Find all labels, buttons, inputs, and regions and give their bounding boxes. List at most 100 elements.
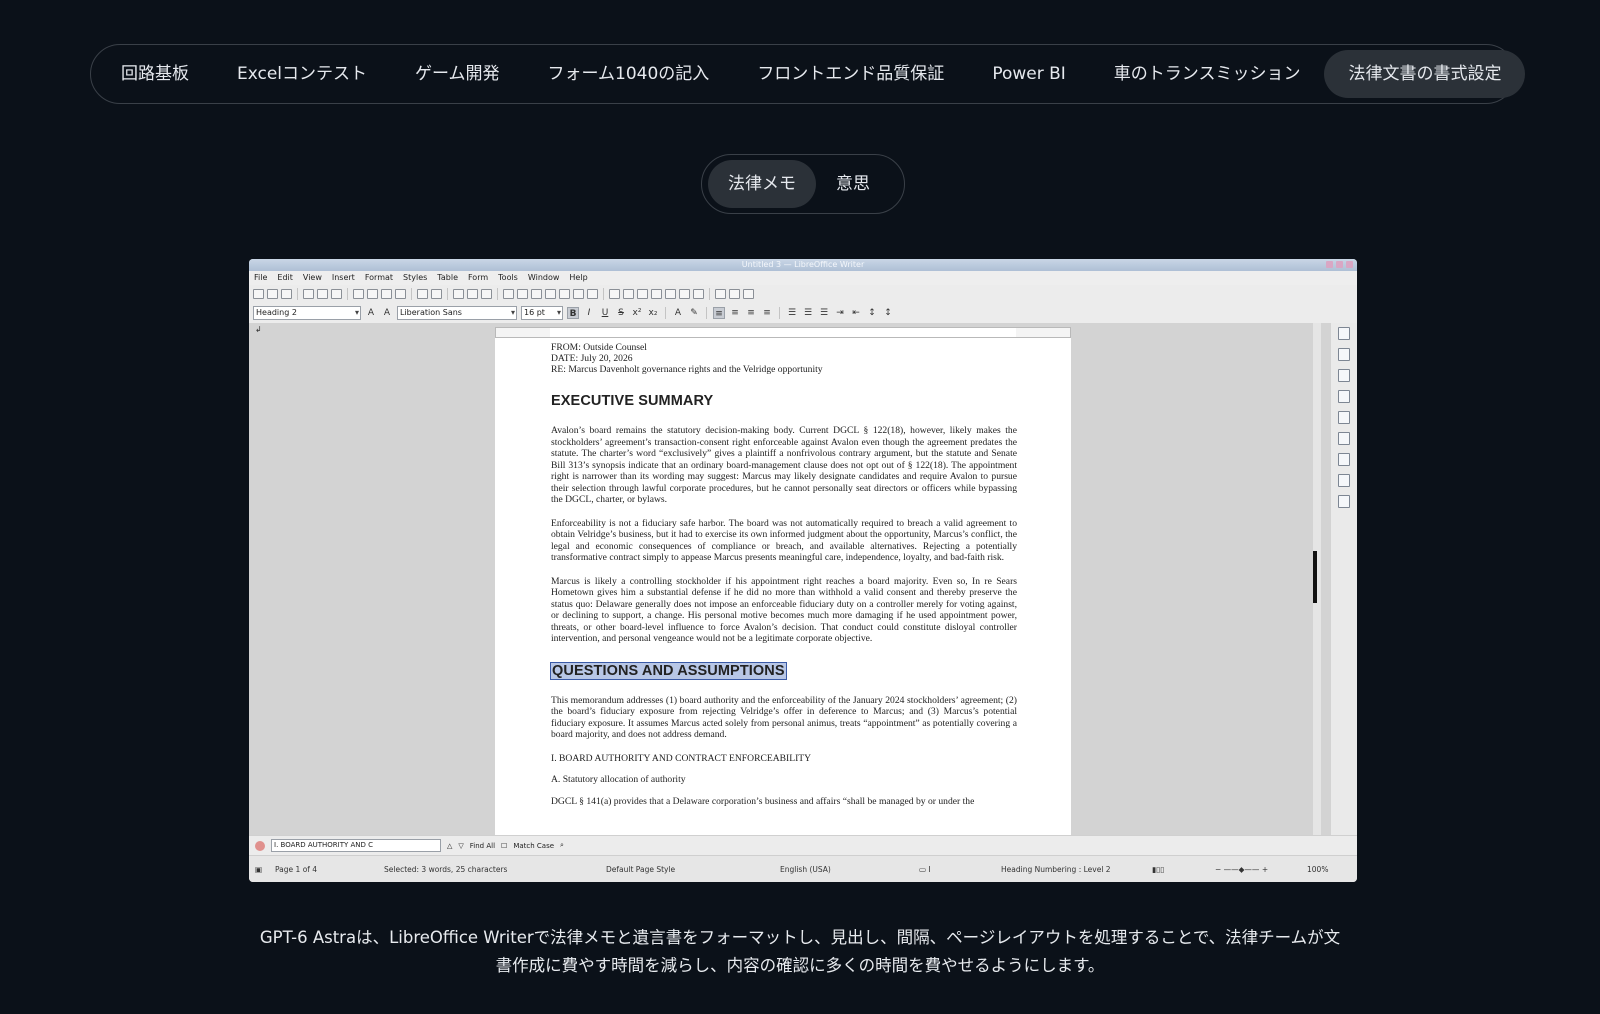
tab-game-dev[interactable]: ゲーム開発: [391, 50, 524, 98]
menu-tools[interactable]: Tools: [498, 271, 518, 285]
find-previous-icon[interactable]: △: [447, 842, 452, 850]
status-zoom[interactable]: 100%: [1307, 865, 1328, 874]
insert-chart-icon[interactable]: [531, 289, 542, 299]
styles-icon[interactable]: [1338, 369, 1350, 382]
subtab-legal-memo[interactable]: 法律メモ: [708, 160, 816, 208]
formatting-marks-icon[interactable]: [481, 289, 492, 299]
font-color-icon[interactable]: A: [672, 307, 684, 319]
menu-edit[interactable]: Edit: [277, 271, 293, 285]
status-page-style[interactable]: Default Page Style: [606, 865, 675, 874]
insert-table-icon[interactable]: [503, 289, 514, 299]
undo-icon[interactable]: [417, 289, 428, 299]
outline-list-icon[interactable]: ☰: [818, 307, 830, 319]
manage-changes-icon[interactable]: [1338, 474, 1350, 487]
find-input[interactable]: I. BOARD AUTHORITY AND C: [271, 839, 441, 852]
bookmark-icon[interactable]: [651, 289, 662, 299]
draw-functions-icon[interactable]: [743, 289, 754, 299]
maximize-icon[interactable]: [1336, 261, 1343, 268]
horizontal-ruler[interactable]: [495, 327, 1071, 338]
close-icon[interactable]: [1346, 261, 1353, 268]
bold-button[interactable]: B: [567, 307, 579, 319]
tab-circuit-board[interactable]: 回路基板: [97, 50, 213, 98]
page-break-icon[interactable]: [559, 289, 570, 299]
insert-field-icon[interactable]: [573, 289, 584, 299]
cut-icon[interactable]: [353, 289, 364, 299]
match-case-checkbox-icon[interactable]: ☐: [501, 842, 507, 850]
footnote-icon[interactable]: [623, 289, 634, 299]
tab-form-1040[interactable]: フォーム1040の記入: [524, 50, 734, 98]
menu-styles[interactable]: Styles: [403, 271, 427, 285]
document-page[interactable]: FROM: Outside Counsel DATE: July 20, 202…: [495, 338, 1071, 835]
new-document-icon[interactable]: [253, 289, 264, 299]
align-center-button[interactable]: ≡: [729, 307, 741, 319]
clone-formatting-icon[interactable]: [395, 289, 406, 299]
justify-button[interactable]: ≡: [761, 307, 773, 319]
menu-view[interactable]: View: [303, 271, 322, 285]
underline-button[interactable]: U: [599, 307, 611, 319]
line-icon[interactable]: [715, 289, 726, 299]
scroll-thumb[interactable]: [1313, 551, 1317, 603]
font-name-select[interactable]: Liberation Sans: [397, 306, 517, 320]
status-language[interactable]: English (USA): [780, 865, 831, 874]
highlight-icon[interactable]: ✎: [688, 307, 700, 319]
superscript-button[interactable]: x²: [631, 307, 643, 319]
insert-mode-icon[interactable]: ▭ I: [919, 865, 931, 874]
paragraph-style-select[interactable]: Heading 2: [253, 306, 361, 320]
find-replace-icon[interactable]: [453, 289, 464, 299]
cross-reference-icon[interactable]: [665, 289, 676, 299]
subtab-will[interactable]: 意思: [816, 160, 890, 208]
open-icon[interactable]: [267, 289, 278, 299]
menu-window[interactable]: Window: [528, 271, 560, 285]
subscript-button[interactable]: x₂: [647, 307, 659, 319]
update-style-icon[interactable]: A: [365, 307, 377, 319]
view-layout-icon[interactable]: ▮▯▯: [1152, 865, 1164, 874]
hyperlink-icon[interactable]: [609, 289, 620, 299]
save-icon[interactable]: [281, 289, 292, 299]
track-changes-icon[interactable]: [693, 289, 704, 299]
basic-shapes-icon[interactable]: [729, 289, 740, 299]
tab-power-bi[interactable]: Power BI: [968, 50, 1089, 98]
endnote-icon[interactable]: [637, 289, 648, 299]
menu-insert[interactable]: Insert: [332, 271, 355, 285]
navigator-icon[interactable]: [1338, 411, 1350, 424]
menu-table[interactable]: Table: [437, 271, 458, 285]
copy-icon[interactable]: [367, 289, 378, 299]
match-case-label[interactable]: Match Case: [513, 842, 554, 850]
strikethrough-button[interactable]: S: [615, 307, 627, 319]
font-size-select[interactable]: 16 pt: [521, 306, 563, 320]
vertical-scrollbar[interactable]: [1313, 323, 1321, 835]
menu-format[interactable]: Format: [365, 271, 393, 285]
align-left-button[interactable]: ≡: [713, 307, 725, 319]
minimize-icon[interactable]: [1326, 261, 1333, 268]
print-preview-icon[interactable]: [331, 289, 342, 299]
find-all-button[interactable]: Find All: [470, 842, 495, 850]
tab-frontend-qa[interactable]: フロントエンド品質保証: [733, 50, 968, 98]
insert-textbox-icon[interactable]: [545, 289, 556, 299]
paragraph-spacing-icon[interactable]: ↕: [882, 307, 894, 319]
align-right-button[interactable]: ≡: [745, 307, 757, 319]
comment-icon[interactable]: [679, 289, 690, 299]
tab-excel-contest[interactable]: Excelコンテスト: [213, 50, 391, 98]
spelling-icon[interactable]: [467, 289, 478, 299]
status-page[interactable]: Page 1 of 4: [275, 865, 317, 874]
new-style-icon[interactable]: A: [381, 307, 393, 319]
decrease-indent-icon[interactable]: ⇤: [850, 307, 862, 319]
paste-icon[interactable]: [381, 289, 392, 299]
bullet-list-icon[interactable]: ☰: [786, 307, 798, 319]
page-layout-icon[interactable]: [1338, 432, 1350, 445]
find-replace-dialog-icon[interactable]: ⌕: [560, 841, 564, 850]
line-spacing-icon[interactable]: ↕: [866, 307, 878, 319]
style-inspector-icon[interactable]: [1338, 453, 1350, 466]
design-icon[interactable]: [1338, 495, 1350, 508]
numbered-list-icon[interactable]: ☰: [802, 307, 814, 319]
menu-help[interactable]: Help: [569, 271, 587, 285]
menu-form[interactable]: Form: [468, 271, 488, 285]
special-character-icon[interactable]: [587, 289, 598, 299]
properties-icon[interactable]: [1338, 327, 1350, 340]
italic-button[interactable]: I: [583, 307, 595, 319]
increase-indent-icon[interactable]: ⇥: [834, 307, 846, 319]
zoom-slider[interactable]: − ——◆—— +: [1215, 865, 1268, 874]
print-icon[interactable]: [317, 289, 328, 299]
find-next-icon[interactable]: ▽: [458, 842, 463, 850]
tab-car-transmission[interactable]: 車のトランスミッション: [1090, 50, 1325, 98]
